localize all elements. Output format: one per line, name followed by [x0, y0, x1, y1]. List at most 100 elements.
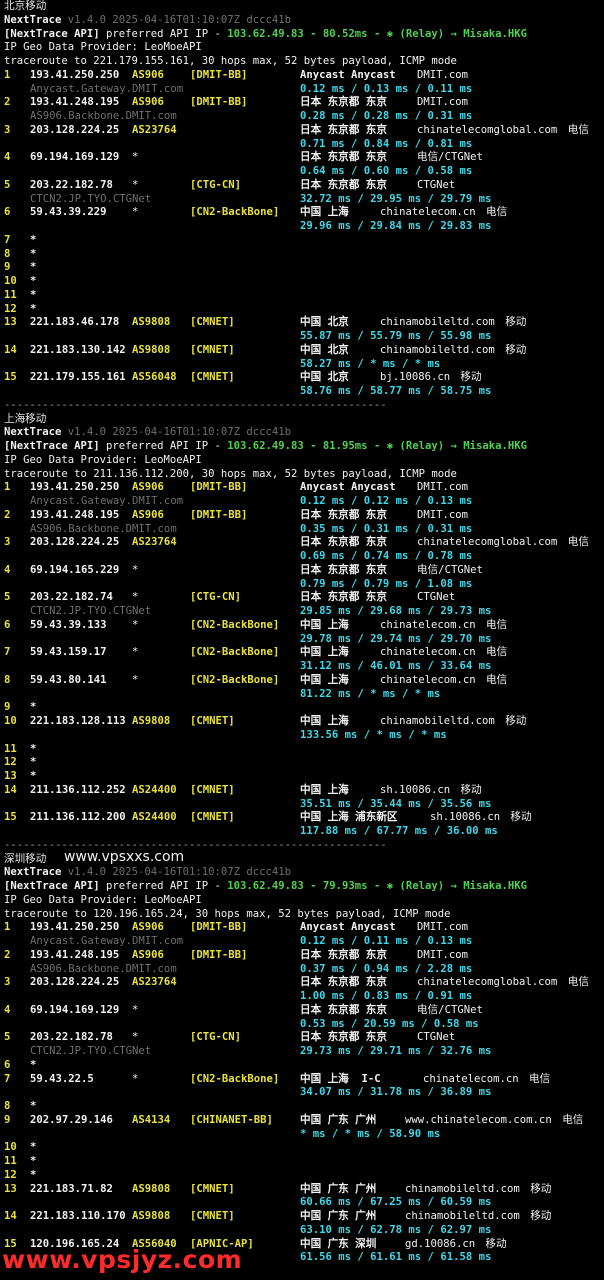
hop-detail-row: 60.66 ms / 67.25 ms / 60.59 ms	[4, 1196, 604, 1210]
hop-detail-row: Anycast.Gateway.DMIT.com 0.12 ms / 0.11 m…	[4, 935, 604, 949]
hop-carrier: 电信	[567, 123, 589, 136]
hop-detail-row: CTCN2.JP.TYO.CTGNet 32.72 ms / 29.95 ms /…	[4, 193, 604, 207]
hop-number: 5	[4, 591, 11, 604]
hop-ip: 69.194.169.129	[30, 1003, 120, 1016]
hop-number: 14	[4, 783, 17, 796]
hop-number: 1	[4, 68, 11, 81]
hop-number: 13	[4, 316, 17, 329]
hop-rtt: 0.28 ms / 0.28 ms / 0.31 ms	[300, 110, 473, 122]
hop-number: 5	[4, 178, 11, 191]
hop-detail-row: 35.51 ms / 35.44 ms / 35.56 ms	[4, 798, 604, 812]
geo-provider: IP Geo Data Provider: LeoMoeAPI	[4, 893, 202, 906]
traceroute-info: traceroute to 120.196.165.24, 30 hops ma…	[4, 907, 451, 920]
hop-carrier: 电信	[486, 646, 508, 659]
hop-detail-row: 1.00 ms / 0.83 ms / 0.91 ms	[4, 990, 604, 1004]
hop-row: 10 221.183.128.113 AS9808 [CMNET] 中国 上海 china…	[4, 715, 604, 729]
hop-tag: [DMIT-BB]	[190, 68, 248, 81]
hop-detail-row: 29.96 ms / 29.84 ms / 29.83 ms	[4, 220, 604, 234]
hop-geo: 日本 东京都 东京	[300, 1031, 387, 1044]
hop-row: 2 193.41.248.195 AS906 [DMIT-BB] 日本 东京都 东京 DM…	[4, 949, 604, 963]
hop-number: 6	[4, 618, 11, 631]
hop-row: 1 193.41.250.250 AS906 [DMIT-BB] Anycast Any…	[4, 69, 604, 83]
hop-host: chinamobileltd.com	[380, 715, 495, 727]
api-latency: - 81.95ms -	[303, 440, 387, 452]
hop-number: 3	[4, 123, 11, 136]
api-ip: 103.62.49.83	[227, 440, 304, 452]
geo-provider-line: IP Geo Data Provider: LeoMoeAPI	[4, 41, 604, 55]
hop-ip: 193.41.248.195	[30, 948, 120, 961]
watermark-inline: www.vpsxxs.com	[64, 848, 185, 865]
tool-version: v1.4.0 2025-04-16T01:10:07Z dccc41b	[61, 13, 292, 26]
hop-rdns: CTCN2.JP.TYO.CTGNet	[30, 1045, 152, 1057]
api-text: preferred API IP -	[99, 440, 228, 452]
hop-geo: 中国 上海	[300, 206, 349, 219]
hop-geo: Anycast Anycast	[300, 68, 396, 81]
hop-tag: [CN2-BackBone]	[190, 1072, 280, 1085]
hop-number: 2	[4, 508, 11, 521]
hop-rdns: Anycast.Gateway.DMIT.com	[30, 82, 184, 95]
api-line: [NextTrace API] preferred API IP - 103.6…	[4, 440, 604, 454]
hop-ip: *	[30, 247, 37, 260]
hop-rdns: AS906.Backbone.DMIT.com	[30, 962, 177, 975]
hop-ip: 193.41.248.195	[30, 96, 120, 109]
hop-asn: AS906	[132, 96, 164, 109]
hop-number: 10	[4, 715, 17, 727]
hop-detail-row: 58.76 ms / 58.77 ms / 58.75 ms	[4, 385, 604, 399]
hop-detail-row: 81.22 ms / * ms / * ms	[4, 688, 604, 702]
hop-asn: AS906	[132, 948, 164, 961]
hop-ip: 193.41.250.250	[30, 481, 120, 494]
hop-number: 4	[4, 1003, 11, 1016]
geo-provider-line: IP Geo Data Provider: LeoMoeAPI	[4, 454, 604, 468]
hop-host: chinatelecomglobal.com	[417, 976, 558, 989]
hop-asn: *	[132, 1003, 139, 1016]
traceroute-info: traceroute to 221.179.155.161, 30 hops m…	[4, 55, 457, 67]
hop-rtt: 0.79 ms / 0.79 ms / 1.08 ms	[300, 577, 473, 590]
hop-ip: 221.183.128.113	[30, 715, 126, 727]
hop-rtt: 29.96 ms / 29.84 ms / 29.83 ms	[300, 220, 492, 232]
hop-asn: *	[132, 673, 139, 686]
hop-number: 9	[4, 261, 11, 274]
hop-asn: *	[132, 591, 139, 604]
hop-row: 7 *	[4, 234, 604, 248]
hop-tag: [DMIT-BB]	[190, 948, 248, 961]
hop-geo: 中国 北京	[300, 371, 349, 384]
hop-host: chinatelecom.cn	[380, 206, 476, 219]
hop-number: 14	[4, 1210, 17, 1222]
hop-rtt: 34.07 ms / 31.78 ms / 36.89 ms	[300, 1086, 492, 1099]
hop-number: 7	[4, 1072, 11, 1085]
hop-tag: [CTG-CN]	[190, 1031, 242, 1044]
hop-ip: *	[30, 1058, 37, 1071]
hop-geo: 中国 北京	[300, 343, 349, 356]
api-latency: - 79.93ms -	[303, 880, 387, 892]
traceroute-line: traceroute to 120.196.165.24, 30 hops ma…	[4, 908, 604, 922]
hop-host: chinamobileltd.com	[380, 316, 495, 329]
hop-rtt: 0.12 ms / 0.11 ms / 0.13 ms	[300, 935, 473, 947]
hop-number: 10	[4, 1141, 17, 1154]
hop-rtt: 60.66 ms / 67.25 ms / 60.59 ms	[300, 1196, 492, 1209]
hop-row: 11 *	[4, 743, 604, 757]
hop-geo: 中国 上海	[300, 646, 349, 659]
hop-number: 8	[4, 247, 11, 260]
separator: ----------------------------------------…	[4, 838, 387, 851]
hop-row: 11 *	[4, 289, 604, 303]
hop-carrier: 移动	[505, 715, 527, 727]
hop-ip: 59.43.22.5	[30, 1072, 94, 1085]
hop-rtt: 29.73 ms / 29.71 ms / 32.76 ms	[300, 1045, 492, 1057]
hop-ip: *	[30, 1168, 37, 1181]
hop-number: 8	[4, 673, 11, 686]
hop-row: 3 203.128.224.25 AS23764 日本 东京都 东京 chinatele…	[4, 976, 604, 990]
hop-asn: AS9808	[132, 715, 171, 727]
section-title: 深圳移动 www.vpsxxs.com	[4, 848, 604, 867]
hop-ip: 203.22.182.78	[30, 1031, 113, 1044]
hop-number: 9	[4, 701, 11, 714]
hop-row: 1 193.41.250.250 AS906 [DMIT-BB] Anycast Any…	[4, 481, 604, 495]
hop-detail-row: AS906.Backbone.DMIT.com 0.37 ms / 0.94 ms…	[4, 963, 604, 977]
api-prefix: [NextTrace API]	[4, 27, 100, 40]
api-line: [NextTrace API] preferred API IP - 103.6…	[4, 880, 604, 894]
hop-rtt: 58.27 ms / * ms / * ms	[300, 357, 441, 370]
hop-tag: [CMNET]	[190, 316, 235, 329]
hop-geo: 日本 东京都 东京	[300, 591, 387, 604]
tool-version: v1.4.0 2025-04-16T01:10:07Z dccc41b	[61, 866, 292, 879]
hop-row: 4 69.194.165.229 * 日本 东京都 东京 电信/CTGNet	[4, 564, 604, 578]
hop-number: 5	[4, 1031, 11, 1044]
